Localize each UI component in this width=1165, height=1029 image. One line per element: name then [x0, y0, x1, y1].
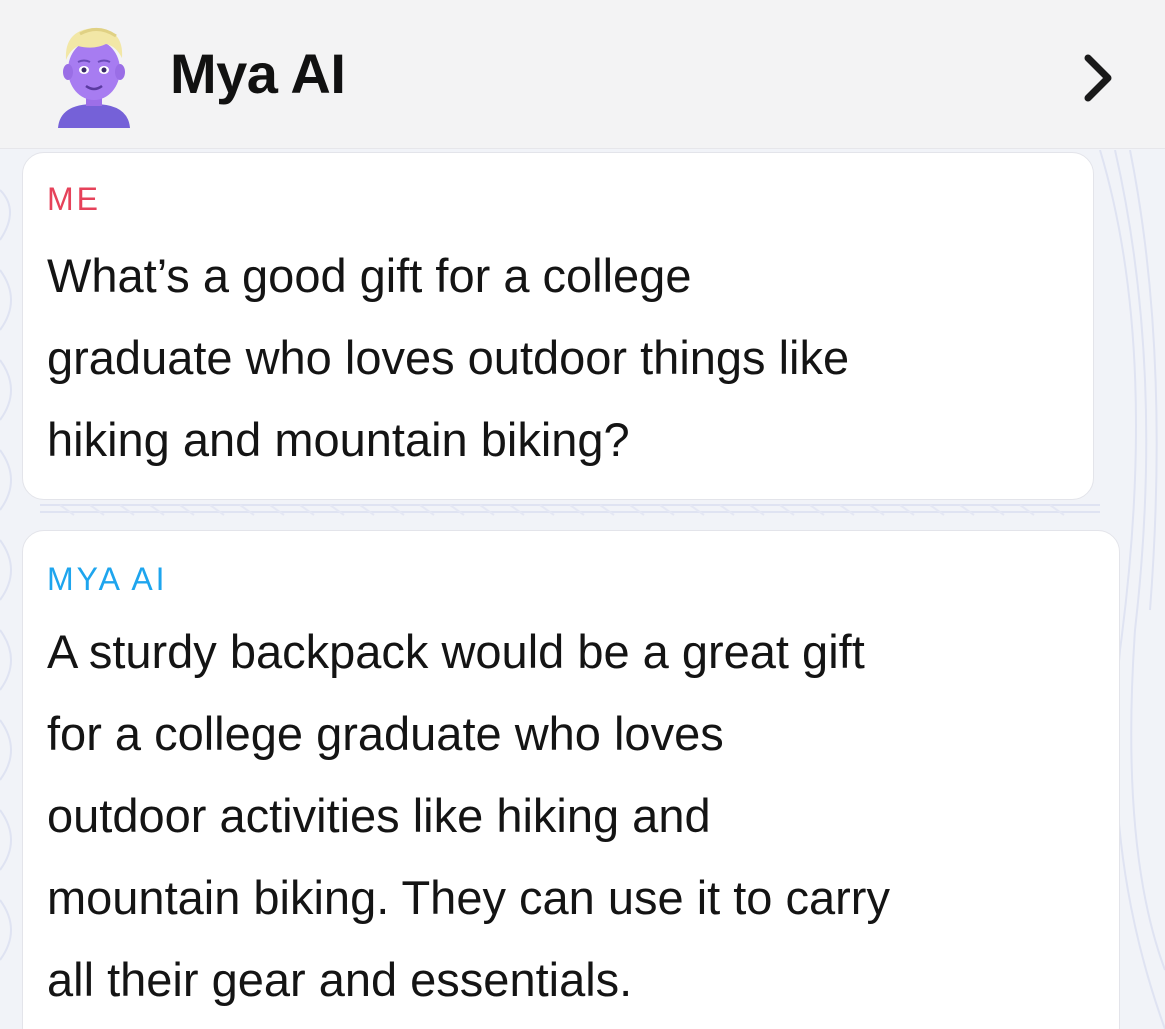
chat-header[interactable]: Mya AI [0, 0, 1165, 149]
chat-title: Mya AI [170, 42, 346, 105]
sender-label-me: ME [47, 181, 101, 217]
message-text-me[interactable]: What’s a good gift for a college graduat… [47, 235, 1087, 481]
message-line: all their gear and essentials. [47, 953, 633, 1006]
message-line: for a college graduate who loves [47, 707, 724, 760]
message-line: A sturdy backpack would be a great gift [47, 625, 865, 678]
chevron-right-icon[interactable] [1074, 46, 1122, 110]
message-line: hiking and mountain biking? [47, 413, 630, 466]
message-card-ai: MYA AI A sturdy backpack would be a grea… [22, 530, 1120, 1029]
message-text-ai[interactable]: A sturdy backpack would be a great gift … [47, 611, 1113, 1021]
bitmoji-avatar-icon[interactable] [50, 20, 138, 128]
message-line: mountain biking. They can use it to carr… [47, 871, 890, 924]
message-line: outdoor activities like hiking and [47, 789, 711, 842]
sender-label-ai: MYA AI [47, 561, 168, 597]
message-line: What’s a good gift for a college [47, 249, 692, 302]
message-card-me: ME What’s a good gift for a college grad… [22, 152, 1094, 500]
message-line: graduate who loves outdoor things like [47, 331, 850, 384]
